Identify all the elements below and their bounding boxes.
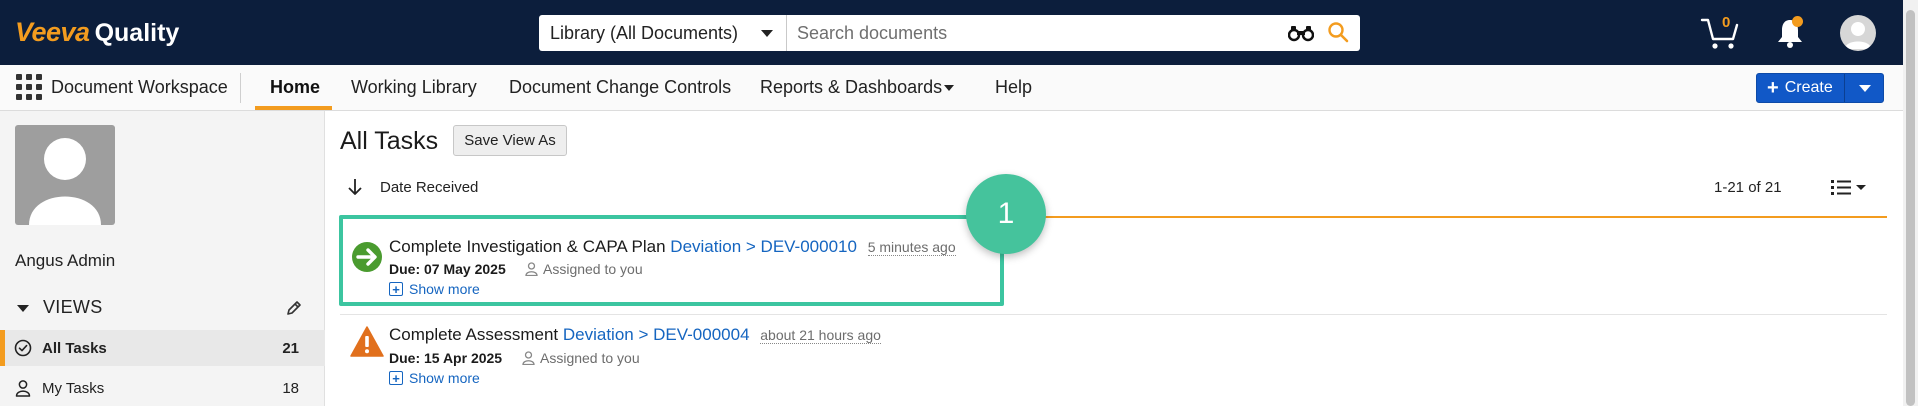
user-name: Angus Admin [15,251,116,270]
workspace-name[interactable]: Document Workspace [51,77,228,98]
nav-divider [240,73,241,103]
tutorial-highlight-box [339,215,1004,306]
task-assignee: Assigned to you [522,350,640,366]
tab-document-change-controls[interactable]: Document Change Controls [509,77,731,98]
warning-triangle-icon [350,326,384,357]
tab-help[interactable]: Help [995,77,1032,98]
person-icon [522,351,535,365]
pencil-icon[interactable] [285,299,303,317]
logo-brand: Veeva [15,17,90,47]
search-icon[interactable] [1327,21,1349,43]
logo-product: Quality [94,19,180,47]
search-input[interactable] [797,15,1277,51]
show-more-link[interactable]: + Show more [389,370,480,386]
tutorial-step-badge: 1 [966,174,1046,254]
check-circle-icon [14,339,32,357]
sidebar-item-my-tasks[interactable]: My Tasks 18 [0,370,325,406]
page-title: All Tasks [340,127,439,155]
expand-plus-icon: + [389,371,403,385]
chevron-down-icon [761,30,773,37]
person-silhouette-icon [29,138,101,225]
chevron-down-icon[interactable] [17,305,29,312]
person-icon [15,380,31,397]
profile-photo[interactable] [15,125,115,225]
sidebar-item-label: All Tasks [42,340,107,357]
create-label: Create [1784,79,1833,96]
create-main-button[interactable]: + Create [1757,74,1845,102]
search-scope-select[interactable]: Library (All Documents) [539,15,787,51]
task-assignee-text: Assigned to you [540,350,640,366]
plus-icon: + [1767,77,1779,99]
notifications-button[interactable] [1775,15,1805,49]
cart-button[interactable]: 0 [1700,14,1742,51]
search-box [787,15,1360,51]
app-grid-icon[interactable] [16,74,42,100]
save-view-as-button[interactable]: Save View As [453,125,567,156]
tab-home[interactable]: Home [270,77,320,98]
task-row[interactable]: Complete Assessment Deviation > DEV-0000… [340,314,1887,406]
result-count: 1-21 of 21 [1714,179,1782,196]
binoculars-icon[interactable] [1288,24,1314,42]
chevron-down-icon [944,85,954,91]
veeva-quality-logo[interactable]: Veeva Quality [15,17,179,49]
sidebar-item-label: My Tasks [42,380,105,397]
tab-reports-dashboards[interactable]: Reports & Dashboards [760,77,942,98]
show-more-text: Show more [409,370,480,386]
scrollbar-thumb[interactable] [1906,10,1915,406]
create-button[interactable]: + Create [1756,73,1884,103]
sidebar-item-all-tasks[interactable]: All Tasks 21 [0,330,325,366]
cart-count: 0 [1722,14,1731,31]
sidebar-item-count: 18 [282,380,299,397]
user-avatar-icon [1845,22,1871,49]
active-tab-indicator [255,106,332,110]
sort-field-label[interactable]: Date Received [380,179,478,196]
list-view-icon[interactable] [1829,177,1867,197]
views-label: VIEWS [43,297,103,317]
cart-icon [1700,18,1739,49]
task-title-line: Complete Assessment Deviation > DEV-0000… [389,325,881,345]
create-dropdown-chevron-icon[interactable] [1859,85,1871,92]
notification-dot [1792,16,1803,27]
user-avatar[interactable] [1840,15,1876,51]
task-record-link[interactable]: Deviation > DEV-000004 [563,325,750,344]
search-scope-value: Library (All Documents) [550,22,739,43]
task-received-time: about 21 hours ago [760,327,881,344]
sidebar-item-count: 21 [282,340,299,357]
task-due-date: Due: 15 Apr 2025 [389,350,503,366]
tab-working-library[interactable]: Working Library [351,77,477,98]
task-title[interactable]: Complete Assessment [389,325,558,344]
sort-descending-arrow-icon[interactable] [346,177,364,197]
views-header[interactable]: VIEWS [0,291,325,325]
